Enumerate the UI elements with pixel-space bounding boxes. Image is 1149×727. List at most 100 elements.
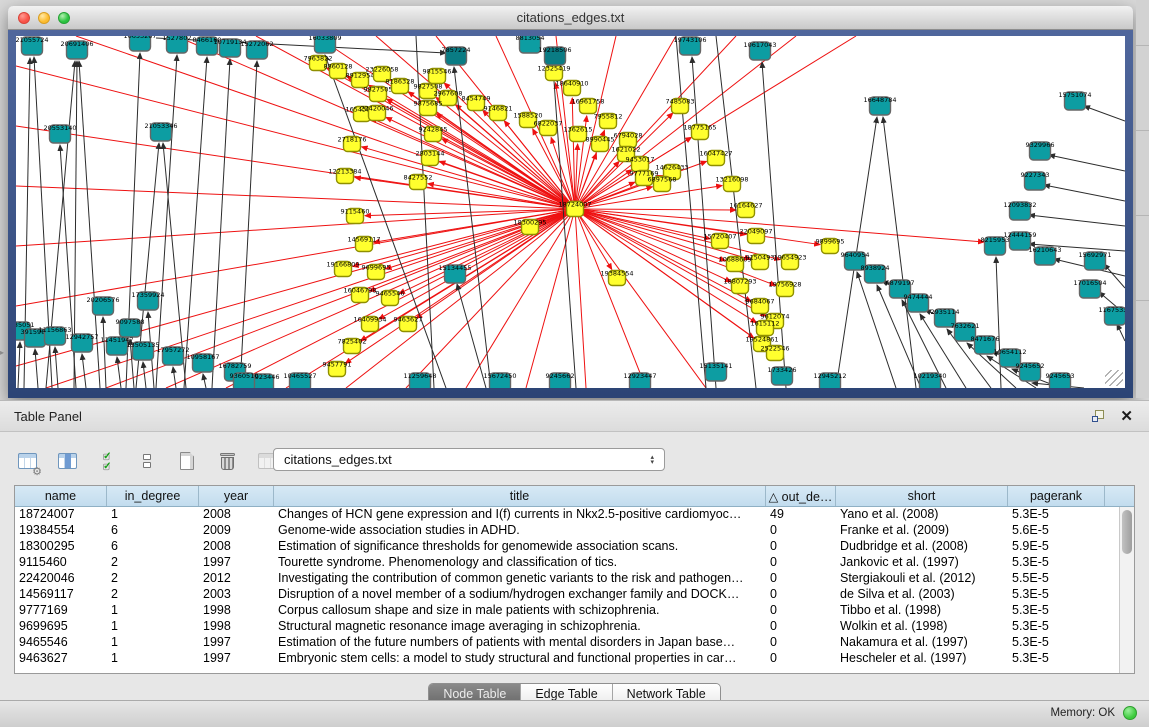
- graph-node-label: 16648784: [863, 96, 896, 104]
- graph-node-label: 16210643: [1028, 246, 1061, 254]
- table-row[interactable]: 1938455462009Genome-wide association stu…: [15, 523, 1119, 539]
- graph-edge: [883, 117, 916, 388]
- delete-column-button[interactable]: [214, 448, 240, 474]
- graph-node-label: 16164627: [729, 202, 762, 210]
- table-cell: 2009: [199, 523, 274, 539]
- graph-edge: [1117, 324, 1125, 341]
- table-cell: 5.3E-5: [1008, 651, 1105, 667]
- status-bar: Memory: OK: [0, 700, 1149, 727]
- table-header-row: namein_degreeyeartitle△ out_de…shortpage…: [15, 486, 1134, 507]
- table-cell: 5.5E-5: [1008, 571, 1105, 587]
- column-header-out_de[interactable]: △ out_de…: [766, 486, 836, 506]
- graph-edge: [16, 126, 575, 209]
- window-resize-grip[interactable]: [1105, 370, 1123, 386]
- graph-edge: [1049, 155, 1125, 171]
- create-column-button[interactable]: [174, 448, 200, 474]
- table-cell: Embryonic stem cells: a model to study s…: [274, 651, 766, 667]
- graph-node-label: 7485083: [666, 98, 695, 106]
- table-cell: Changes of HCN gene expression and I(f) …: [274, 507, 766, 523]
- network-canvas-svg[interactable]: 1872400718300295193845547963822886012889…: [16, 36, 1125, 388]
- collapsed-panel-handle[interactable]: ▸: [0, 346, 7, 360]
- graph-node-label: 1362615: [564, 126, 593, 134]
- window-titlebar[interactable]: citations_edges.txt: [8, 6, 1133, 30]
- network-canvas[interactable]: 1872400718300295193845547963822886012889…: [16, 36, 1125, 388]
- graph-node-label: 11675333: [1098, 306, 1125, 314]
- table-row[interactable]: 1872400712008Changes of HCN gene express…: [15, 507, 1119, 523]
- graph-edge: [240, 61, 257, 388]
- graph-node-label: 9815546: [423, 68, 452, 76]
- graph-node-label: 8471676: [971, 335, 1000, 343]
- table-cell: 5.3E-5: [1008, 507, 1105, 523]
- scrollbar-thumb[interactable]: [1122, 510, 1132, 554]
- graph-edge: [996, 257, 1001, 388]
- graph-node-label: 18300295: [513, 219, 546, 227]
- table-cell: Tourette syndrome. Phenomenology and cla…: [274, 555, 766, 571]
- graph-node-label: 8813054: [516, 36, 545, 42]
- graph-node-label: 9474444: [904, 293, 933, 301]
- table-cell: Nakamura et al. (1997): [836, 635, 1008, 651]
- graph-node-label: 6879197: [886, 279, 915, 287]
- table-cell: 5.3E-5: [1008, 587, 1105, 603]
- table-cell: 0: [766, 571, 836, 587]
- graph-node-label: 16046798: [343, 287, 376, 295]
- graph-node-label: 10653287: [123, 36, 156, 40]
- graph-edge: [35, 349, 38, 388]
- graph-edge: [575, 209, 646, 388]
- table-cell: Tibbo et al. (1998): [836, 603, 1008, 619]
- memory-status-indicator: [1123, 706, 1137, 720]
- table-cell: 1998: [199, 603, 274, 619]
- graph-node-label: 6794028: [614, 132, 643, 140]
- show-columns-checklist-button[interactable]: ✓✓: [94, 448, 120, 474]
- graph-node-label: 6897568: [648, 176, 677, 184]
- table-cell: 18300295: [15, 539, 107, 555]
- close-panel-icon[interactable]: ✕: [1120, 407, 1133, 425]
- graph-node-label: 15272062: [240, 40, 273, 48]
- table-row[interactable]: 969969511998Structural magnetic resonanc…: [15, 619, 1119, 635]
- graph-node-label: 9899695: [816, 238, 845, 246]
- graph-edge: [46, 209, 575, 388]
- graph-edge: [575, 209, 706, 388]
- table-row[interactable]: 2242004622012Investigating the contribut…: [15, 571, 1119, 587]
- graph-node-label: 1527802: [163, 36, 192, 42]
- table-selector-dropdown[interactable]: citations_edges.txt ▴▾: [273, 448, 665, 471]
- column-header-pagerank[interactable]: pagerank: [1008, 486, 1105, 506]
- table-vertical-scrollbar[interactable]: [1119, 507, 1134, 673]
- float-panel-icon[interactable]: [1092, 410, 1105, 423]
- table-cell: 5.3E-5: [1008, 635, 1105, 651]
- row-height-button[interactable]: [134, 448, 160, 474]
- table-cell: 19384554: [15, 523, 107, 539]
- table-cell: Wolkin et al. (1998): [836, 619, 1008, 635]
- table-row[interactable]: 1830029562008Estimation of significance …: [15, 539, 1119, 555]
- table-row[interactable]: 977716911998Corpus callosum shape and si…: [15, 603, 1119, 619]
- table-panel-title: Table Panel: [14, 409, 82, 424]
- table-row[interactable]: 911546021997Tourette syndrome. Phenomeno…: [15, 555, 1119, 571]
- table-panel: Table Panel ✕ ⚙ ✓✓ f(x) citations_edges.…: [0, 400, 1149, 700]
- column-header-name[interactable]: name: [15, 486, 107, 506]
- graph-node-label: 14569117: [347, 236, 380, 244]
- column-header-title[interactable]: title: [274, 486, 766, 506]
- graph-node-label: 10654112: [993, 348, 1026, 356]
- graph-node-label: 9360510: [230, 372, 259, 380]
- table-cell: Dudbridge et al. (2008): [836, 539, 1008, 555]
- graph-node-label: 8427552: [404, 174, 433, 182]
- table-row[interactable]: 1456911722003Disruption of a novel membe…: [15, 587, 1119, 603]
- graph-node-label: 16409934: [353, 316, 386, 324]
- table-cell: 9465546: [15, 635, 107, 651]
- column-header-year[interactable]: year: [199, 486, 274, 506]
- table-cell: 18724007: [15, 507, 107, 523]
- table-cell: 0: [766, 555, 836, 571]
- table-settings-button[interactable]: ⚙: [14, 448, 40, 474]
- graph-node-label: 2967608: [434, 90, 463, 98]
- graph-node-label: 2522546: [761, 345, 790, 353]
- table-row[interactable]: 946554611997Estimation of the future num…: [15, 635, 1119, 651]
- column-header-short[interactable]: short: [836, 486, 1008, 506]
- table-row[interactable]: 946362711997Embryonic stem cells: a mode…: [15, 651, 1119, 667]
- column-header-in_degree[interactable]: in_degree: [107, 486, 199, 506]
- graph-node-label: 18724007: [558, 201, 591, 209]
- graph-node-label: 11259648: [403, 372, 436, 380]
- table-cell: 0: [766, 587, 836, 603]
- table-cell: Jankovic et al. (1997): [836, 555, 1008, 571]
- graph-edge: [1104, 264, 1125, 288]
- select-columns-button[interactable]: [54, 448, 80, 474]
- graph-node-label: 17016504: [1073, 279, 1106, 287]
